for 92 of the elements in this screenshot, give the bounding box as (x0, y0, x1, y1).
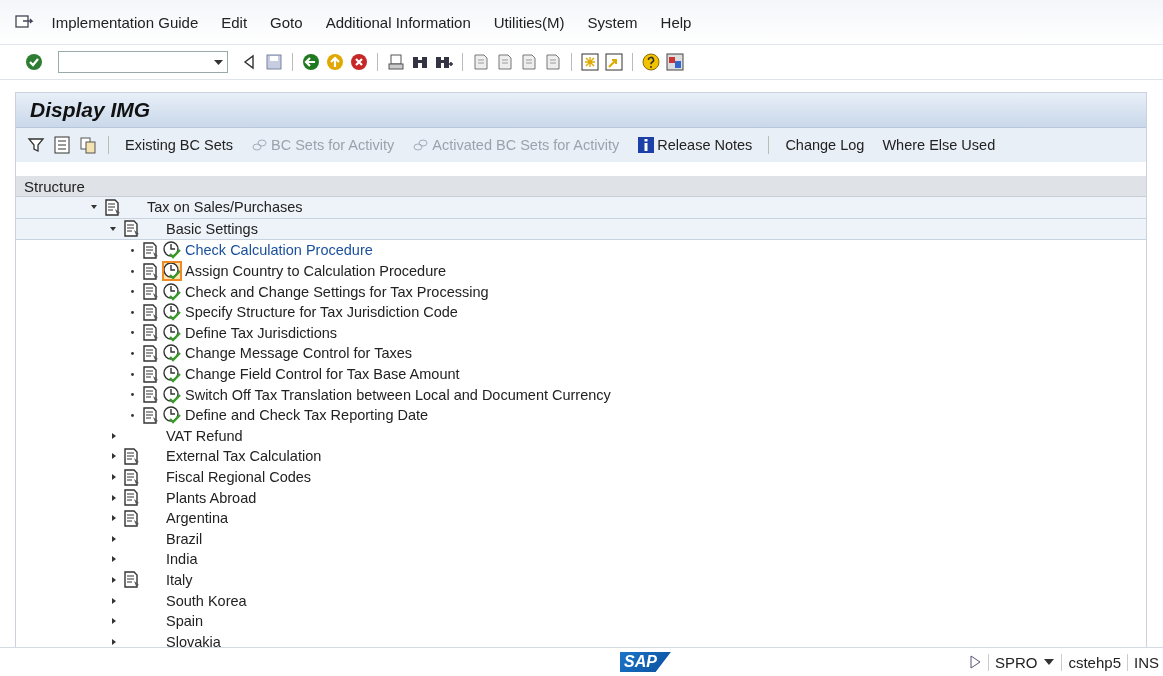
clock-check-icon[interactable] (162, 405, 182, 426)
tree-item[interactable]: Define Tax Jurisdictions (184, 324, 338, 341)
tree-item[interactable]: VAT Refund (165, 427, 243, 444)
transaction-code: SPRO (994, 653, 1038, 671)
menu-item[interactable]: Goto (258, 13, 315, 31)
tree-item[interactable]: Basic Settings (165, 220, 258, 237)
link-icon (412, 137, 431, 153)
tree-item[interactable]: Define and Check Tax Reporting Date (184, 407, 429, 424)
document-icon[interactable] (142, 386, 160, 404)
tree-item[interactable]: Plants Abroad (165, 489, 257, 506)
tree-item[interactable]: Change Field Control for Tax Base Amount (184, 366, 460, 383)
toolbar-button[interactable]: Release Notes (631, 136, 759, 154)
clock-check-icon[interactable] (162, 364, 182, 385)
bullet-icon (131, 249, 134, 252)
tree-item[interactable]: India (165, 551, 198, 568)
bullet-icon (131, 372, 134, 376)
tree-item[interactable]: Assign Country to Calculation Procedure (184, 263, 447, 280)
toolbar-button[interactable]: Change Log (779, 137, 871, 153)
documents-icon[interactable] (78, 135, 98, 155)
bullet-icon (131, 413, 134, 417)
tree-item[interactable]: Spain (165, 613, 204, 630)
document-icon[interactable] (142, 303, 160, 321)
clock-check-icon[interactable] (162, 261, 182, 282)
column-header: Structure (24, 177, 85, 195)
document-icon[interactable] (142, 406, 160, 424)
document-icon[interactable] (123, 220, 141, 238)
tree-item[interactable]: Slovakia (165, 633, 221, 647)
layout-icon[interactable] (665, 52, 685, 72)
document-icon[interactable] (123, 447, 141, 465)
tree-item[interactable]: Specify Structure for Tax Jurisdiction Code (184, 304, 458, 321)
document-icon[interactable] (142, 344, 160, 362)
tree-item[interactable]: External Tax Calculation (165, 448, 322, 465)
filter-icon[interactable] (26, 135, 46, 155)
tree-item[interactable]: Change Message Control for Taxes (184, 345, 413, 362)
clock-check-icon[interactable] (162, 343, 182, 364)
grid-icon[interactable] (52, 135, 72, 155)
help-icon[interactable] (641, 52, 661, 72)
bullet-icon (131, 331, 134, 335)
system-name: cstehp5 (1068, 653, 1121, 671)
clock-check-icon[interactable] (162, 384, 182, 405)
document-icon[interactable] (142, 324, 160, 342)
document-icon[interactable] (142, 365, 160, 383)
bullet-icon (131, 393, 134, 397)
clock-check-icon[interactable] (162, 302, 182, 323)
tree-item[interactable]: Tax on Sales/Purchases (146, 199, 303, 216)
menu-item[interactable]: Help (649, 13, 703, 31)
tree-item[interactable]: South Korea (165, 592, 247, 609)
dropdown-icon[interactable] (214, 59, 223, 65)
document-icon[interactable] (142, 283, 160, 301)
menu-item[interactable]: Additional Information (314, 13, 483, 31)
new-window-icon[interactable] (580, 52, 600, 72)
tree-item[interactable]: Switch Off Tax Translation between Local and Document Currency (184, 386, 611, 403)
menu-item[interactable]: Implementation Guide (40, 13, 210, 31)
dropdown-icon[interactable] (1043, 658, 1056, 666)
print-icon[interactable] (386, 52, 406, 72)
tree-item[interactable]: Fiscal Regional Codes (165, 469, 312, 485)
tree-item[interactable]: Argentina (165, 510, 229, 527)
bullet-icon (131, 310, 134, 314)
check-icon[interactable] (24, 52, 44, 72)
document-icon[interactable] (123, 489, 141, 507)
clock-check-icon[interactable] (162, 322, 182, 343)
triangle-right-icon[interactable] (967, 654, 982, 670)
clock-check-icon[interactable] (162, 281, 182, 302)
tree-item[interactable]: Brazil (165, 530, 203, 547)
logo: SAP (620, 652, 671, 672)
bullet-icon (131, 351, 134, 355)
bullet-icon (131, 290, 134, 294)
toolbar-button[interactable]: Where Else Used (876, 137, 1002, 153)
link-icon (251, 137, 269, 153)
command-field[interactable] (58, 51, 228, 73)
clock-check-icon[interactable] (162, 240, 182, 261)
back-icon[interactable] (301, 52, 321, 72)
document-icon[interactable] (123, 509, 141, 527)
document-icon[interactable] (142, 262, 160, 280)
tree-item[interactable]: Check Calculation Procedure (184, 242, 373, 259)
menu-item[interactable]: Utilities(M) (482, 13, 577, 31)
info-icon (637, 136, 656, 154)
shortcut-icon[interactable] (604, 52, 624, 72)
document-icon[interactable] (123, 571, 141, 589)
menu-item[interactable]: Edit (209, 13, 259, 31)
tree-item[interactable]: Italy (165, 572, 193, 588)
bullet-icon (131, 269, 134, 273)
input-mode: INS (1134, 653, 1159, 671)
menu-item[interactable]: System (576, 13, 650, 31)
tree-item[interactable]: Check and Change Settings for Tax Processing (184, 283, 489, 300)
screen-title: Display IMG (30, 98, 151, 122)
document-icon[interactable] (123, 468, 141, 486)
cancel-icon[interactable] (349, 52, 369, 72)
document-icon[interactable] (142, 242, 160, 259)
menu-icon[interactable] (14, 13, 34, 31)
toolbar-button[interactable]: Existing BC Sets (119, 137, 239, 153)
document-icon[interactable] (104, 198, 122, 216)
